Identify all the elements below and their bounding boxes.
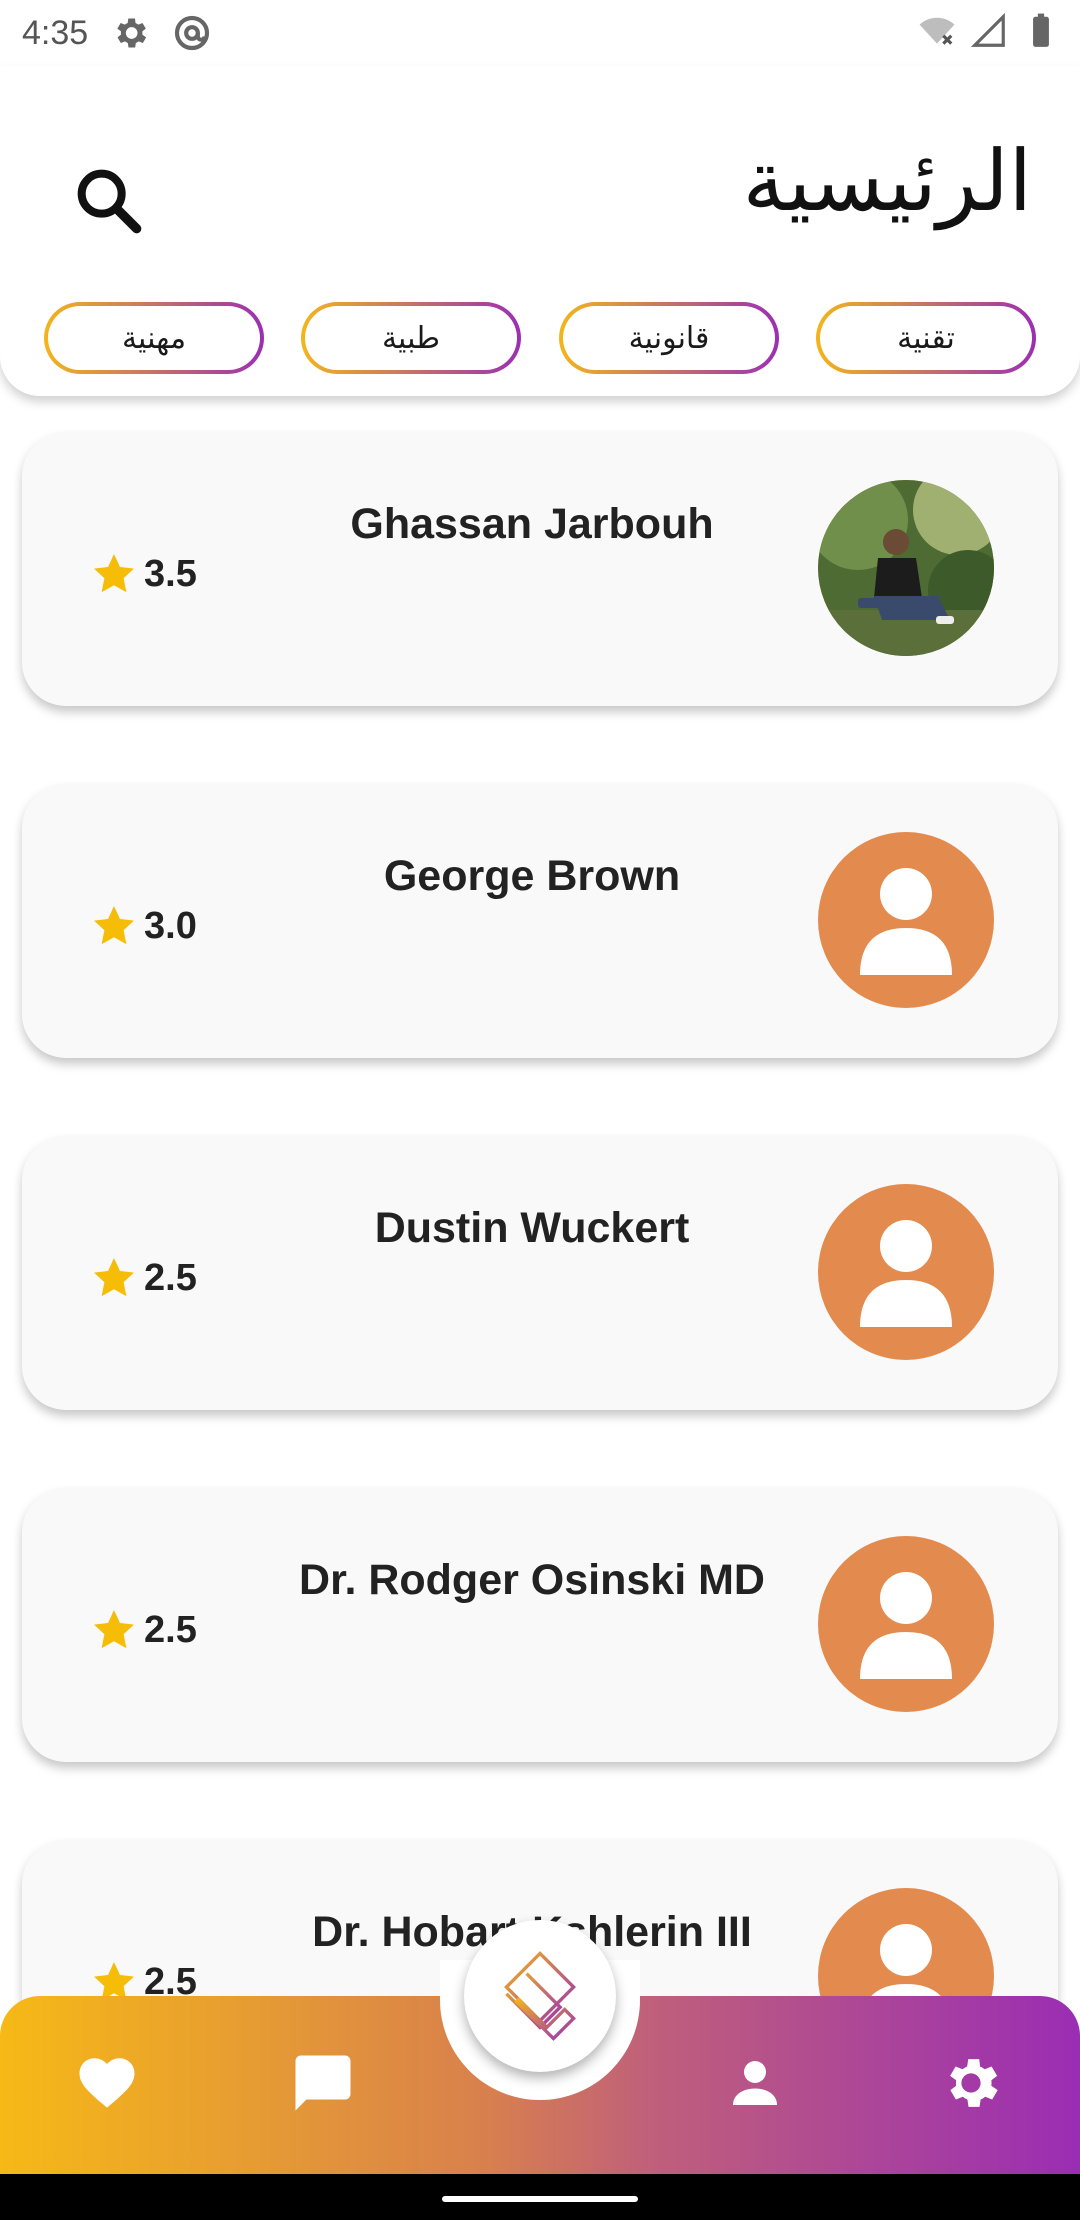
expert-card[interactable]: Dr. Rodger Osinski MD 2.5	[22, 1488, 1058, 1762]
status-right-icons	[918, 12, 1060, 54]
chip-label: طبية	[305, 306, 517, 370]
chip-medical[interactable]: طبية	[301, 302, 521, 374]
expert-name: Dr. Rodger Osinski MD	[299, 1556, 765, 1604]
expert-rating: 3.0	[90, 902, 197, 950]
chip-label: قانونية	[563, 306, 775, 370]
gear-icon	[950, 2059, 998, 2107]
rating-value: 2.5	[144, 1608, 197, 1651]
header-panel: الرئيسية تقنية قانونية طبية مهنية	[0, 66, 1080, 396]
expert-name: Ghassan Jarbouh	[350, 500, 714, 548]
rating-value: 2.5	[144, 1256, 197, 1299]
expert-rating: 3.5	[90, 550, 197, 598]
profile-button[interactable]	[722, 2050, 788, 2116]
category-chips: تقنية قانونية طبية مهنية	[0, 302, 1080, 374]
expert-name: George Brown	[383, 852, 681, 900]
settings-button[interactable]	[938, 2050, 1004, 2116]
cell-signal-icon	[970, 12, 1008, 54]
rating-value: 3.0	[144, 904, 197, 947]
chat-icon	[295, 2055, 351, 2111]
expert-card[interactable]: Dustin Wuckert 2.5	[22, 1136, 1058, 1410]
home-gesture-handle[interactable]	[442, 2196, 638, 2202]
star-icon	[94, 1610, 134, 1649]
at-sign-status-icon	[172, 13, 212, 53]
star-icon	[94, 906, 134, 945]
expert-rating: 2.5	[90, 1254, 197, 1302]
wifi-off-icon	[918, 12, 956, 54]
messages-button[interactable]	[290, 2050, 356, 2116]
expert-rating: 2.5	[90, 1606, 197, 1654]
star-icon	[94, 554, 134, 593]
person-icon	[733, 2061, 777, 2105]
avatar-placeholder-icon	[818, 832, 994, 1008]
chip-legal[interactable]: قانونية	[559, 302, 779, 374]
favorites-button[interactable]	[74, 2050, 140, 2116]
avatar-placeholder-icon	[818, 1184, 994, 1360]
chip-tech[interactable]: تقنية	[816, 302, 1036, 374]
heart-icon	[79, 2058, 135, 2108]
settings-status-icon	[110, 13, 150, 53]
expert-avatar-photo	[818, 480, 994, 656]
status-time: 4:35	[22, 13, 89, 52]
chip-professional[interactable]: مهنية	[44, 302, 264, 374]
star-icon	[94, 1258, 134, 1297]
expert-card[interactable]: George Brown 3.0	[22, 784, 1058, 1058]
page-title: الرئيسية	[742, 132, 1032, 230]
avatar-placeholder-icon	[818, 1536, 994, 1712]
expert-name: Dustin Wuckert	[374, 1204, 690, 1252]
search-icon	[77, 169, 142, 234]
status-bar: 4:35	[0, 0, 1080, 66]
chip-label: مهنية	[48, 306, 260, 370]
home-fab-button[interactable]	[464, 1920, 616, 2072]
logo-icon	[504, 1951, 576, 2041]
search-button[interactable]	[70, 162, 150, 242]
chip-label: تقنية	[820, 306, 1032, 370]
expert-card[interactable]: Ghassan Jarbouh 3.5	[22, 432, 1058, 706]
battery-icon	[1022, 12, 1060, 54]
rating-value: 3.5	[144, 552, 197, 595]
